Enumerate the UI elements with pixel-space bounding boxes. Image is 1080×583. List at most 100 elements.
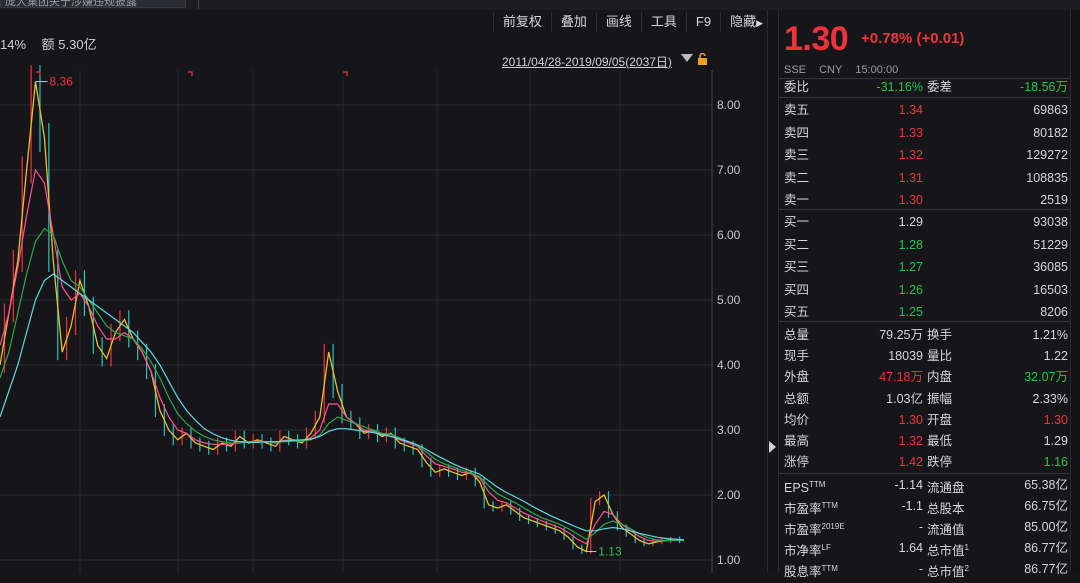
- f9-button[interactable]: F9: [685, 12, 720, 32]
- stat-value: 1.30: [898, 412, 923, 427]
- bid-label: 买四: [784, 282, 810, 297]
- bid-volume: 93038: [1033, 215, 1068, 229]
- bid-volume: 36085: [1033, 260, 1068, 274]
- ask-price: 1.33: [898, 125, 923, 140]
- fund-label-text: 股息率: [784, 565, 822, 580]
- bid-row[interactable]: 买一 1.29 93038: [784, 211, 1068, 233]
- chevron-down-icon[interactable]: [681, 54, 693, 62]
- tab-title: 庞大集团关于涉嫌违规披露: [5, 0, 137, 8]
- price-change: +0.78% (+0.01): [861, 30, 965, 47]
- ask-row[interactable]: 卖二 1.31 108835: [784, 167, 1068, 189]
- ask-row[interactable]: 卖四 1.33 80182: [784, 122, 1068, 144]
- y-tick-label: 8.00: [717, 98, 741, 112]
- tab-separator: [198, 0, 199, 9]
- fund-value: 86.77亿: [1024, 541, 1068, 555]
- fund-label-sup: 1: [964, 543, 969, 552]
- bid-row[interactable]: 买三 1.27 36085: [784, 256, 1068, 278]
- bid-volume: 16503: [1033, 282, 1068, 297]
- hide-button-label: 隐藏: [730, 14, 757, 29]
- event-marker: [343, 71, 348, 76]
- y-tick-label: 5.00: [717, 293, 741, 307]
- fund-label-sup: 2: [964, 564, 969, 573]
- adjust-price-button[interactable]: 前复权: [492, 12, 551, 32]
- stat-label: 总额: [784, 391, 810, 406]
- fundamental-row: 市净率LF 1.64 总市值1 86.77亿: [784, 537, 1068, 559]
- stat-row: 涨停 1.42 跌停 1.16: [784, 451, 1068, 473]
- collapse-panel-icon[interactable]: [769, 441, 776, 453]
- lock-icon[interactable]: [697, 53, 708, 65]
- high-label: 8.36: [50, 75, 74, 89]
- fund-label: 股息率TTM: [784, 558, 838, 583]
- fund-value: -1.14: [894, 478, 924, 492]
- bid-label: 买一: [784, 215, 810, 229]
- ask-row[interactable]: 卖三 1.32 129272: [784, 144, 1068, 166]
- chart-toolbar: 前复权 叠加 画线 工具 F9 隐藏▶: [492, 12, 767, 32]
- stat-row: 外盘 47.18万 内盘 32.07万: [784, 366, 1068, 388]
- stat-label: 最高: [784, 434, 810, 448]
- fundamental-row: EPSTTM -1.14 流通盘 65.38亿: [784, 474, 1068, 496]
- fund-label-sup: LF: [821, 543, 831, 552]
- ask-volume: 69863: [1033, 103, 1068, 117]
- stat-value: 1.22: [1043, 349, 1068, 364]
- stat-row: 最高 1.32 最低 1.29: [784, 430, 1068, 452]
- bid-price: 1.29: [898, 215, 923, 229]
- quote-time: 15:00:00: [855, 64, 899, 76]
- quote-panel: 1.30 +0.78% (+0.01) SSE CNY 15:00:00 委比 …: [779, 10, 1070, 579]
- bid-row[interactable]: 买四 1.26 16503: [784, 279, 1068, 301]
- y-tick-label: 6.00: [717, 228, 741, 242]
- bid-price: 1.28: [898, 237, 923, 252]
- overlay-button[interactable]: 叠加: [550, 12, 596, 32]
- ask-row[interactable]: 卖五 1.34 69863: [784, 99, 1068, 121]
- stat-value: 2.33%: [1032, 391, 1068, 406]
- bid-row[interactable]: 买二 1.28 51229: [784, 234, 1068, 256]
- bid-volume: 51229: [1033, 237, 1068, 252]
- bid-row[interactable]: 买五 1.25 8206: [784, 301, 1068, 323]
- price-chart[interactable]: 8.00 7.00 6.00 5.00 4.00 3.00 2.00 1.00 8.36 1.13: [0, 10, 767, 573]
- draw-line-button[interactable]: 画线: [595, 12, 641, 32]
- kline-chart-area[interactable]: 8.00 7.00 6.00 5.00 4.00 3.00 2.00 1.00 8.36 1.13…: [0, 10, 767, 573]
- stat-label: 均价: [784, 412, 810, 427]
- stat-label: 开盘: [927, 412, 953, 427]
- stat-label: 跌停: [927, 455, 953, 470]
- date-range-selector[interactable]: 2011/04/28-2019/09/05(2037日): [502, 53, 672, 70]
- fund-value: -1.1: [901, 499, 923, 513]
- fund-value: 66.75亿: [1024, 499, 1068, 513]
- divider: [779, 97, 1070, 98]
- fund-label: 总市值2: [927, 558, 969, 583]
- bid-price: 1.26: [898, 282, 923, 297]
- ratio-value: -31.16%: [876, 80, 923, 94]
- y-tick-label: 1.00: [717, 553, 741, 567]
- hide-button[interactable]: 隐藏▶: [720, 12, 767, 32]
- ask-row[interactable]: 卖一 1.30 2519: [784, 189, 1068, 211]
- divider: [779, 209, 1070, 210]
- fund-label-text: EPS: [784, 481, 810, 496]
- exchange-label: SSE: [784, 64, 807, 76]
- bid-price: 1.27: [898, 260, 923, 274]
- ask-label: 卖三: [784, 148, 810, 162]
- stat-row: 总额 1.03亿 振幅 2.33%: [784, 388, 1068, 410]
- stat-label: 涨停: [784, 455, 810, 470]
- fund-label-text: 市净率: [784, 544, 822, 559]
- fund-label-text: 总股本: [927, 502, 965, 517]
- side-strip: [1070, 10, 1080, 573]
- event-marker: [36, 71, 41, 76]
- bid-volume: 8206: [1040, 305, 1068, 319]
- fund-label-sup: TTM: [809, 480, 826, 489]
- ratio-label: 委比: [784, 80, 810, 94]
- bid-label: 买二: [784, 237, 810, 252]
- y-tick-label: 3.00: [717, 423, 741, 437]
- stat-row: 均价 1.30 开盘 1.30: [784, 409, 1068, 431]
- panel-divider: [767, 10, 779, 573]
- currency-label: CNY: [819, 64, 843, 76]
- tools-button[interactable]: 工具: [640, 12, 686, 32]
- stat-value: 1.32: [898, 434, 923, 448]
- order-ratio-row: 委比 -31.16% 委差 -18.56万: [784, 76, 1068, 98]
- stat-label: 最低: [927, 434, 953, 448]
- stat-label: 现手: [784, 349, 810, 364]
- y-tick-label: 4.00: [717, 358, 741, 372]
- document-tab[interactable]: 庞大集团关于涉嫌违规披露: [0, 0, 186, 8]
- stat-value: 1.16: [1043, 455, 1068, 470]
- event-marker: [188, 71, 193, 76]
- fund-label-text: 总市值: [927, 544, 965, 559]
- bid-label: 买五: [784, 305, 810, 319]
